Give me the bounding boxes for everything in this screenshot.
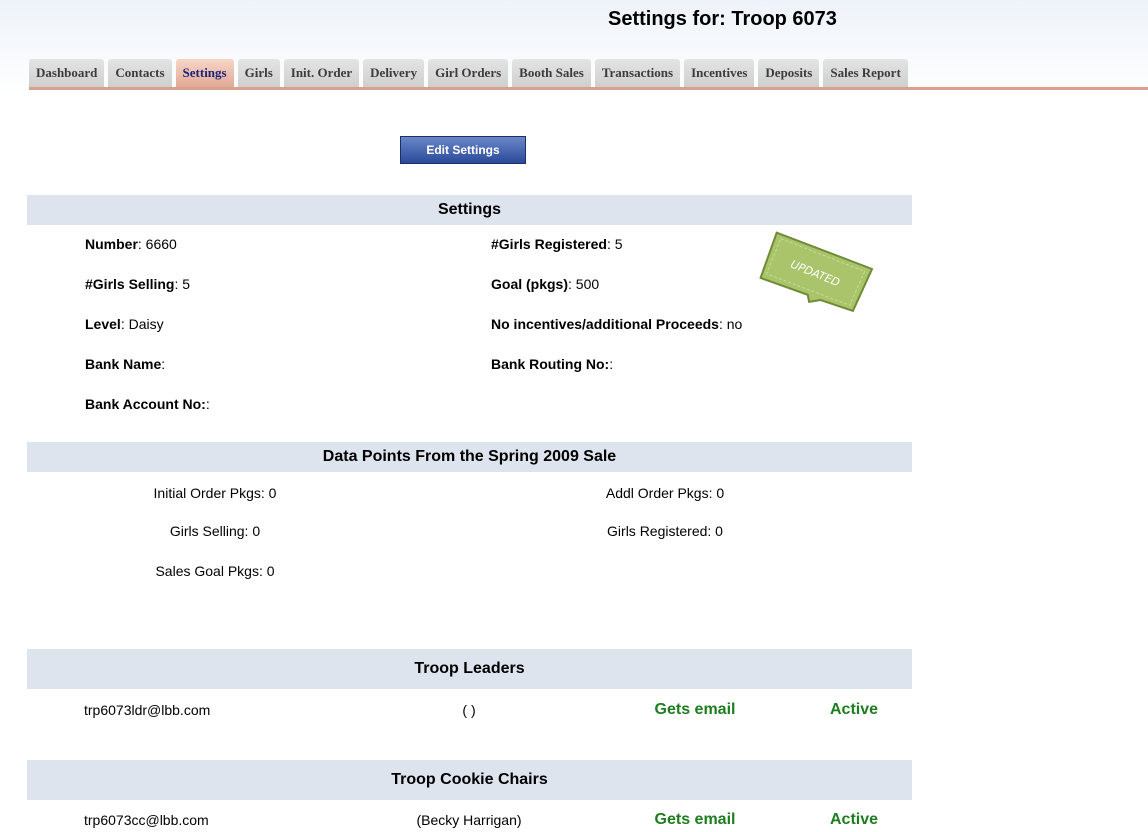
leader-name: ( )	[462, 702, 476, 718]
girls-registered-value: : 5	[606, 236, 623, 252]
chair-name: (Becky Harrigan)	[416, 812, 522, 828]
bank-account-value: :	[205, 396, 210, 412]
level-field: Level: Daisy	[85, 316, 164, 332]
number-field: Number: 6660	[85, 236, 177, 252]
level-value: : Daisy	[120, 316, 164, 332]
sales-goal-pkgs: Sales Goal Pkgs: 0	[155, 563, 275, 579]
tab-dashboard[interactable]: Dashboard	[29, 59, 105, 87]
bank-routing-label: Bank Routing No:	[491, 356, 610, 372]
initial-order-pkgs: Initial Order Pkgs: 0	[153, 485, 277, 501]
tab-settings[interactable]: Settings	[175, 59, 234, 87]
goal-value: : 500	[568, 276, 600, 292]
tab-sales-report[interactable]: Sales Report	[823, 59, 908, 87]
number-label: Number	[85, 236, 138, 252]
tab-transactions[interactable]: Transactions	[594, 59, 681, 87]
updated-stamp-icon: UPDATED	[759, 231, 874, 313]
tab-booth-sales[interactable]: Booth Sales	[512, 59, 591, 87]
dp-girls-registered: Girls Registered: 0	[607, 523, 723, 539]
data-points-section-header: Data Points From the Spring 2009 Sale	[27, 442, 912, 472]
goal-label: Goal (pkgs)	[491, 276, 569, 292]
tab-girl-orders[interactable]: Girl Orders	[428, 59, 509, 87]
girls-selling-field: #Girls Selling: 5	[85, 276, 190, 292]
bank-routing-field: Bank Routing No::	[491, 356, 613, 372]
chair-status[interactable]: Active	[830, 811, 878, 829]
no-incentives-value: : no	[718, 316, 743, 332]
addl-order-pkgs: Addl Order Pkgs: 0	[605, 485, 725, 501]
tab-contacts[interactable]: Contacts	[108, 59, 172, 87]
troop-leaders-header: Troop Leaders	[27, 649, 912, 689]
dp-girls-selling: Girls Selling: 0	[169, 523, 261, 539]
tab-bar: Dashboard Contacts Settings Girls Init. …	[29, 59, 908, 87]
goal-field: Goal (pkgs): 500	[491, 276, 599, 292]
leader-gets-email[interactable]: Gets email	[655, 701, 736, 719]
bank-account-field: Bank Account No::	[85, 396, 210, 412]
bank-name-value: :	[161, 356, 166, 372]
girls-selling-label: #Girls Selling	[85, 276, 175, 292]
page-title: Settings for: Troop 6073	[608, 8, 837, 30]
bank-routing-value: :	[609, 356, 614, 372]
no-incentives-label: No incentives/additional Proceeds	[491, 316, 719, 332]
leader-email: trp6073ldr@lbb.com	[84, 702, 211, 718]
bank-account-label: Bank Account No:	[85, 396, 206, 412]
tab-init-order[interactable]: Init. Order	[283, 59, 360, 87]
tab-delivery[interactable]: Delivery	[363, 59, 425, 87]
tab-girls[interactable]: Girls	[237, 59, 280, 87]
edit-settings-button[interactable]: Edit Settings	[400, 136, 526, 164]
tab-incentives[interactable]: Incentives	[684, 59, 755, 87]
no-incentives-field: No incentives/additional Proceeds: no	[491, 316, 742, 332]
chair-email: trp6073cc@lbb.com	[84, 812, 209, 828]
tab-underline	[29, 87, 1148, 90]
settings-section-header: Settings	[27, 195, 912, 225]
chair-gets-email[interactable]: Gets email	[655, 811, 736, 829]
bank-name-field: Bank Name:	[85, 356, 165, 372]
number-value: : 6660	[137, 236, 177, 252]
tab-deposits[interactable]: Deposits	[758, 59, 820, 87]
level-label: Level	[85, 316, 121, 332]
bank-name-label: Bank Name	[85, 356, 162, 372]
cookie-chairs-header: Troop Cookie Chairs	[27, 760, 912, 800]
leader-status[interactable]: Active	[830, 701, 878, 719]
girls-selling-value: : 5	[174, 276, 191, 292]
girls-registered-field: #Girls Registered: 5	[491, 236, 623, 252]
girls-registered-label: #Girls Registered	[491, 236, 607, 252]
